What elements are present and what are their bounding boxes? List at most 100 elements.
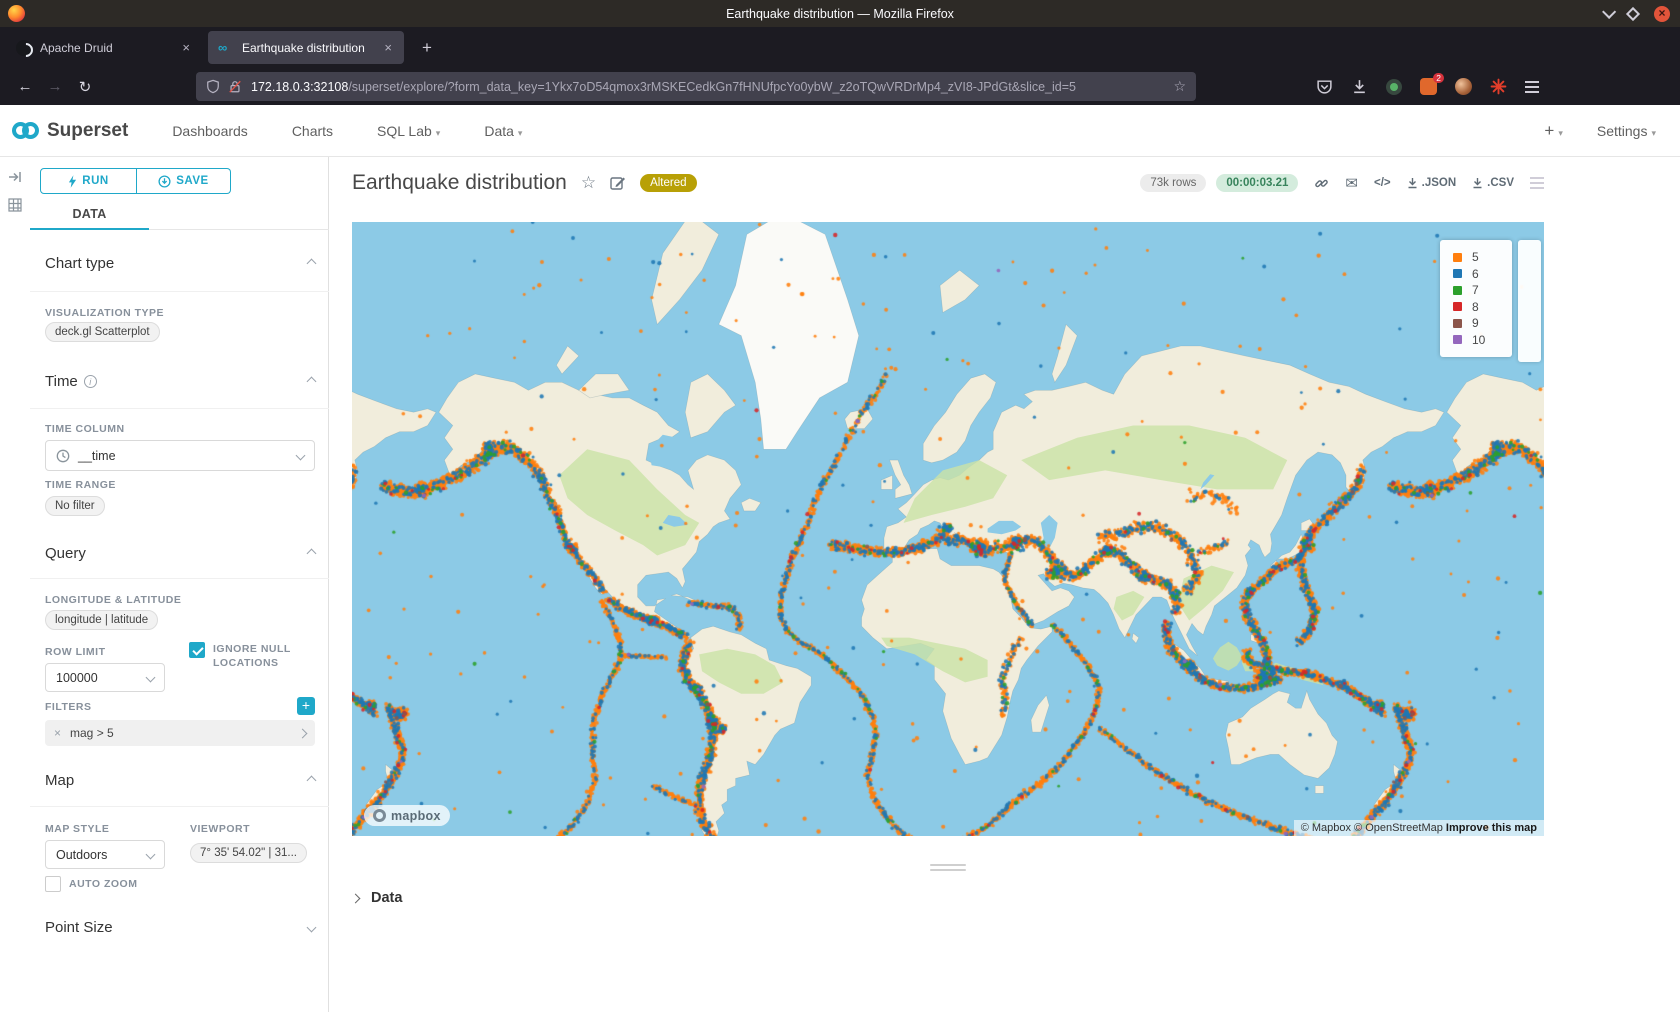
chevron-down-icon xyxy=(146,673,156,683)
chart-area: Earthquake distribution ☆ Altered 73k ro… xyxy=(329,157,1680,1012)
firefox-menu-icon[interactable] xyxy=(1525,78,1539,96)
browser-toolbar: ← → ↻ 172.18.0.3:32108/superset/explore/… xyxy=(0,68,1680,105)
caret-down-icon: ▾ xyxy=(1558,128,1563,138)
settings-menu[interactable]: Settings▾ xyxy=(1597,123,1656,139)
section-map[interactable]: Map xyxy=(45,772,315,789)
legend-swatch xyxy=(1453,302,1462,311)
share-link-button[interactable] xyxy=(1314,176,1329,191)
filter-value: mag > 5 xyxy=(70,726,114,740)
reload-button[interactable]: ↻ xyxy=(70,78,100,96)
remove-filter-icon[interactable]: × xyxy=(54,726,61,740)
legend-label: 10 xyxy=(1472,333,1485,347)
ignore-null-checkbox[interactable] xyxy=(189,642,205,658)
extension-starburst-icon[interactable] xyxy=(1490,78,1507,95)
tab-earthquake-distribution[interactable]: ∞ Earthquake distribution × xyxy=(208,31,404,64)
forward-button[interactable]: → xyxy=(40,78,70,95)
favorite-star-icon[interactable]: ☆ xyxy=(581,173,596,193)
chevron-down-icon xyxy=(307,923,317,933)
row-limit-label: ROW LIMIT xyxy=(45,646,106,658)
legend-swatch xyxy=(1453,269,1462,278)
legend-swatch xyxy=(1453,335,1462,344)
datasource-rail xyxy=(0,157,30,1012)
data-panel-header[interactable]: Data xyxy=(352,890,402,906)
auto-zoom-checkbox[interactable] xyxy=(45,876,61,892)
improve-map-link[interactable]: Improve this map xyxy=(1446,822,1537,834)
adblock-extension-icon[interactable]: 2 xyxy=(1420,78,1437,95)
nav-dashboards[interactable]: Dashboards xyxy=(172,123,248,139)
section-chart-type[interactable]: Chart type xyxy=(45,255,315,272)
add-filter-button[interactable]: + xyxy=(297,697,315,715)
time-range-label: TIME RANGE xyxy=(45,479,116,491)
window-close-button[interactable]: × xyxy=(1654,6,1670,22)
viewport-value[interactable]: 7° 35' 54.02" | 31... xyxy=(190,843,307,863)
section-point-size[interactable]: Point Size xyxy=(45,919,315,936)
profile-avatar[interactable] xyxy=(1455,78,1472,95)
window-minimize-icon[interactable] xyxy=(1602,4,1616,18)
nav-data[interactable]: Data▾ xyxy=(484,123,522,139)
run-button[interactable]: RUN xyxy=(40,168,137,194)
info-icon: i xyxy=(84,375,97,388)
export-json-button[interactable]: .JSON xyxy=(1407,177,1457,189)
deckgl-scatter-map[interactable]: 5678910 mapbox © Mapbox © OpenStreetMap … xyxy=(352,222,1544,836)
chevron-up-icon xyxy=(307,776,317,786)
new-tab-button[interactable]: + xyxy=(414,36,440,60)
add-new-button[interactable]: +▾ xyxy=(1544,121,1562,141)
chevron-down-icon xyxy=(296,451,306,461)
altered-badge[interactable]: Altered xyxy=(640,174,696,192)
section-time[interactable]: Time i xyxy=(45,373,315,390)
downloads-icon[interactable] xyxy=(1351,78,1368,95)
tab-apache-druid[interactable]: Apache Druid × xyxy=(6,31,202,64)
caret-down-icon: ▾ xyxy=(1651,128,1656,138)
resize-drag-handle[interactable] xyxy=(352,864,1544,871)
extension-icon[interactable] xyxy=(1386,79,1402,95)
data-panel-title: Data xyxy=(371,890,402,906)
url-bar[interactable]: 172.18.0.3:32108/superset/explore/?form_… xyxy=(196,72,1196,101)
chevron-up-icon xyxy=(307,377,317,387)
tab-close-icon[interactable]: × xyxy=(180,40,192,55)
chart-menu-icon[interactable] xyxy=(1530,174,1544,192)
pocket-icon[interactable] xyxy=(1316,78,1333,95)
dataset-grid-icon[interactable] xyxy=(7,197,23,213)
superset-logo[interactable]: Superset xyxy=(12,120,128,142)
embed-code-button[interactable]: </> xyxy=(1374,177,1391,189)
url-path: /superset/explore/?form_data_key=1Ykx7oD… xyxy=(348,80,1076,94)
edit-properties-icon[interactable] xyxy=(610,175,626,191)
auto-zoom-control[interactable]: AUTO ZOOM xyxy=(45,876,137,892)
tracking-shield-icon[interactable] xyxy=(206,79,220,94)
window-maximize-icon[interactable] xyxy=(1626,6,1640,20)
row-limit-select[interactable]: 100000 xyxy=(45,663,165,692)
caret-down-icon: ▾ xyxy=(518,128,523,138)
extension-badge: 2 xyxy=(1433,73,1444,83)
chevron-right-icon xyxy=(351,893,361,903)
ignore-null-control[interactable]: IGNORE NULL LOCATIONS xyxy=(189,642,319,670)
legend-swatch xyxy=(1453,286,1462,295)
back-button[interactable]: ← xyxy=(10,78,40,95)
link-icon xyxy=(1314,176,1329,191)
export-csv-button[interactable]: .CSV xyxy=(1472,177,1514,189)
clock-icon xyxy=(56,449,70,463)
mapbox-logo[interactable]: mapbox xyxy=(364,805,450,826)
nav-charts[interactable]: Charts xyxy=(292,123,333,139)
filter-chip[interactable]: × mag > 5 xyxy=(45,720,315,746)
tab-close-icon[interactable]: × xyxy=(382,40,394,55)
viz-type-value[interactable]: deck.gl Scatterplot xyxy=(45,322,160,342)
tab-data[interactable]: DATA xyxy=(30,201,149,228)
map-attribution: © Mapbox © OpenStreetMap Improve this ma… xyxy=(1294,820,1544,836)
save-button[interactable]: SAVE xyxy=(137,168,231,194)
legend-scrollbar[interactable] xyxy=(1518,240,1541,362)
legend-label: 7 xyxy=(1472,283,1479,297)
mapbox-logo-icon xyxy=(373,809,386,822)
bookmark-star-icon[interactable]: ☆ xyxy=(1173,78,1186,95)
map-style-select[interactable]: Outdoors xyxy=(45,840,165,869)
chevron-down-icon xyxy=(146,850,156,860)
nav-sql-lab[interactable]: SQL Lab▾ xyxy=(377,123,440,139)
insecure-lock-icon[interactable] xyxy=(228,79,242,94)
time-range-value[interactable]: No filter xyxy=(45,496,105,516)
lonlat-value[interactable]: longitude | latitude xyxy=(45,610,158,630)
time-column-select[interactable]: __time xyxy=(45,440,315,471)
section-query[interactable]: Query xyxy=(45,545,315,562)
email-button[interactable]: ✉ xyxy=(1345,174,1358,192)
legend-row: 5 xyxy=(1453,249,1512,266)
expand-panel-icon[interactable] xyxy=(7,169,23,185)
chart-header: Earthquake distribution ☆ Altered 73k ro… xyxy=(352,171,1544,195)
